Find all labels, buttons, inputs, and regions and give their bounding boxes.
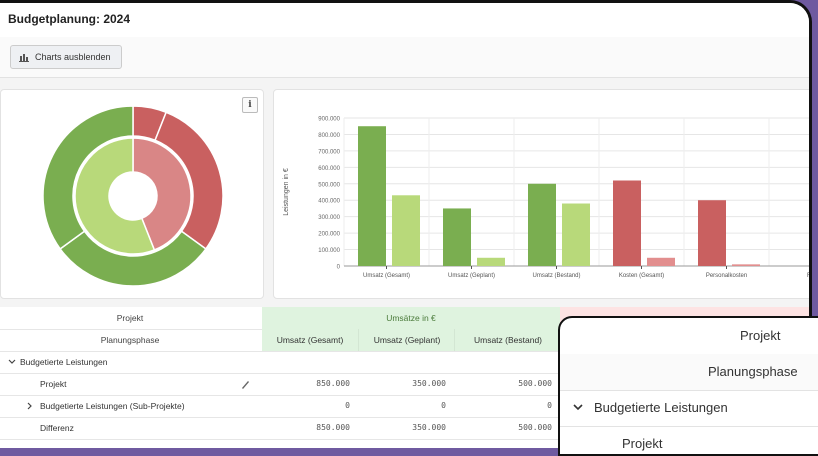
zoom-projekt-label: Projekt: [740, 328, 781, 343]
column-header-umsatz-geplant[interactable]: Umsatz (Geplant): [358, 329, 455, 351]
column-header-umsatz-gesamt[interactable]: Umsatz (Gesamt): [262, 329, 358, 351]
hide-charts-label: Charts ausblenden: [35, 52, 111, 62]
y-tick-label: 900.000: [318, 117, 340, 123]
bar-chart: 0 100.000 200.000 300.000 400.000 500.000 600.…: [283, 117, 812, 279]
cell-umsatz-gesamt: 0: [345, 401, 350, 410]
hide-charts-button[interactable]: Charts ausblenden: [10, 45, 122, 69]
y-tick-label: 100.000: [318, 248, 340, 254]
cell-umsatz-bestand: 500.000: [518, 423, 552, 432]
donut-chart: [42, 105, 224, 287]
x-tick-label: Rei: [807, 273, 812, 279]
zoom-phase-label: Planungsphase: [708, 364, 798, 379]
y-tick-label: 400.000: [318, 199, 340, 205]
info-icon[interactable]: i: [242, 97, 258, 113]
bar-Umsatz (Geplant)-s1[interactable]: [477, 257, 505, 266]
row-label: Budgetierte Leistungen: [20, 357, 108, 367]
column-header-umsatz-bestand[interactable]: Umsatz (Bestand): [454, 329, 561, 351]
y-tick-label: 200.000: [318, 232, 340, 238]
bar-Umsatz (Bestand)-s1[interactable]: [562, 203, 590, 266]
cell-umsatz-geplant: 350.000: [412, 379, 446, 388]
bar-Umsatz (Gesamt)-s0[interactable]: [358, 126, 386, 266]
cell-umsatz-gesamt: 850.000: [316, 379, 350, 388]
row-label: Differenz: [40, 423, 74, 433]
y-tick-label: 500.000: [318, 182, 340, 188]
y-tick-label: 700.000: [318, 149, 340, 155]
zoom-header-projekt: Projekt: [560, 318, 818, 355]
pencil-icon[interactable]: [240, 373, 250, 395]
y-tick-label: 300.000: [318, 215, 340, 221]
bar-Personalkosten-s1[interactable]: [732, 264, 760, 266]
cell-umsatz-bestand: 0: [547, 401, 552, 410]
column-header-planungsphase: Planungsphase: [100, 335, 160, 345]
y-tick-label: 800.000: [318, 133, 340, 139]
column-group-umsaetze: Umsätze in €: [262, 307, 560, 329]
zoom-item-label: Projekt: [622, 436, 663, 451]
bar-Kosten (Gesamt)-s1[interactable]: [647, 257, 675, 266]
x-tick-label: Umsatz (Gesamt): [363, 273, 410, 279]
bar-chart-icon: [19, 53, 29, 62]
cell-umsatz-geplant: 0: [441, 401, 446, 410]
y-tick-label: 600.000: [318, 166, 340, 172]
bar-Umsatz (Geplant)-s0[interactable]: [443, 208, 471, 266]
x-tick-label: Personalkosten: [706, 273, 747, 279]
title-bar: Budgetplanung: 2024: [0, 3, 809, 38]
chevron-down-icon[interactable]: [8, 351, 16, 373]
donut-chart-panel: i: [0, 89, 264, 299]
y-axis-label: Leistungen in €: [283, 168, 290, 216]
zoom-group-label: Budgetierte Leistungen: [594, 400, 728, 415]
zoom-header-phase: Planungsphase: [560, 354, 818, 391]
x-tick-label: Umsatz (Bestand): [532, 273, 580, 279]
row-label: Budgetierte Leistungen (Sub-Projekte): [40, 401, 185, 411]
toolbar: Charts ausblenden: [0, 37, 809, 78]
cell-umsatz-geplant: 350.000: [412, 423, 446, 432]
page-title: Budgetplanung: 2024: [8, 12, 131, 26]
x-tick-label: Kosten (Gesamt): [619, 273, 664, 279]
cell-umsatz-gesamt: 850.000: [316, 423, 350, 432]
zoom-item-row[interactable]: Projekt: [560, 426, 818, 454]
chevron-right-icon[interactable]: [26, 395, 34, 417]
row-label: Projekt: [40, 379, 67, 389]
y-tick-label: 0: [337, 265, 341, 271]
bar-Personalkosten-s0[interactable]: [698, 200, 726, 266]
zoom-callout: Projekt Planungsphase Budgetierte Leistu…: [558, 316, 818, 456]
bar-Umsatz (Bestand)-s0[interactable]: [528, 183, 556, 266]
bar-chart-panel: 0 100.000 200.000 300.000 400.000 500.000 600.…: [273, 89, 812, 299]
cell-umsatz-bestand: 500.000: [518, 379, 552, 388]
bar-Kosten (Gesamt)-s0[interactable]: [613, 180, 641, 266]
column-header-projekt: Projekt: [116, 313, 144, 323]
zoom-group-row[interactable]: Budgetierte Leistungen: [560, 390, 818, 427]
x-tick-label: Umsatz (Geplant): [448, 273, 495, 279]
bar-Umsatz (Gesamt)-s1[interactable]: [392, 195, 420, 266]
